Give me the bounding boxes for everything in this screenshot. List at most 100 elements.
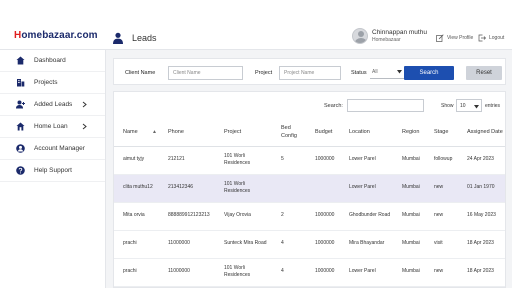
cell-stage: new: [425, 258, 458, 287]
status-label: Status: [351, 70, 367, 76]
view-profile-link[interactable]: View Profile: [436, 34, 473, 42]
logout-link[interactable]: Logout: [478, 34, 504, 42]
logout-label: Logout: [489, 35, 505, 41]
sort-asc-icon[interactable]: ▲: [152, 129, 157, 136]
chevron-right-icon[interactable]: [82, 123, 87, 130]
status-select[interactable]: All: [370, 66, 404, 79]
cell-bed-config: 2: [272, 202, 306, 231]
cell-stage: new: [425, 202, 458, 231]
cell-region: Mumbai: [393, 230, 425, 259]
cell-region: Mumbai: [393, 146, 425, 175]
cell-project: 101 Worli Residences: [215, 146, 272, 175]
column-label: Name: [123, 129, 138, 136]
user-circle-icon: [16, 144, 25, 153]
cell-phone: 11000000: [159, 258, 215, 287]
cell-assigned-date: 18 Apr 2023: [458, 258, 505, 287]
user-name: Chinnappan muthu: [372, 29, 427, 36]
client-name-input[interactable]: [168, 66, 243, 80]
cell-location: Lower Parel: [340, 258, 393, 287]
cell-name: aimut tyjy: [114, 146, 159, 175]
sidebar-item-label: Help Support: [34, 167, 72, 174]
sidebar-item-label: Added Leads: [34, 101, 73, 108]
logout-icon: [478, 34, 486, 42]
cell-name: prachi: [114, 258, 159, 287]
homebazaar-logo[interactable]: Homebazaar.com: [14, 30, 98, 41]
column-header-assigned-date[interactable]: Assigned Date: [458, 120, 505, 147]
cell-phone: 212121: [159, 146, 215, 175]
column-header-bed-config[interactable]: Bed Config: [272, 120, 306, 147]
entries-label: entries: [485, 103, 501, 109]
building-icon: [16, 78, 25, 87]
table-row[interactable]: prachi 11000000 Sunteck Mira Road 4 1000…: [114, 230, 505, 259]
home-loan-icon: [16, 122, 25, 131]
table-row[interactable]: prachi 11000000 101 Worli Residences 4 1…: [114, 258, 505, 287]
cell-region: Mumbai: [393, 202, 425, 231]
cell-phone: 11000000: [159, 230, 215, 259]
show-label: Show: [441, 103, 454, 109]
reset-button[interactable]: Reset: [466, 66, 502, 80]
avatar[interactable]: [352, 28, 368, 44]
home-icon: [16, 56, 25, 65]
sidebar-item-projects[interactable]: Projects: [0, 72, 105, 94]
table-search-input[interactable]: [347, 99, 424, 112]
cell-location: Mira Bhayandar: [340, 230, 393, 259]
cell-bed-config: 5: [272, 146, 306, 175]
column-header-budget[interactable]: Budget: [306, 120, 340, 147]
cell-assigned-date: 18 Apr 2023: [458, 230, 505, 259]
column-header-name[interactable]: Name ▲: [114, 120, 159, 147]
sidebar-item-added-leads[interactable]: Added Leads: [0, 94, 105, 116]
page-header: Leads: [112, 27, 157, 49]
view-profile-label: View Profile: [447, 35, 474, 41]
entries-select[interactable]: 10: [456, 99, 482, 112]
caret-down-icon: [474, 105, 479, 109]
sidebar-item-help-support[interactable]: Help Support: [0, 160, 105, 182]
column-header-stage[interactable]: Stage: [425, 120, 458, 147]
cell-assigned-date: 24 Apr 2023: [458, 146, 505, 175]
top-bar: Homebazaar.com Leads Chinnappan muthu Ho…: [0, 0, 512, 50]
cell-location: Ghodbunder Road: [340, 202, 393, 231]
cell-name: prachi: [114, 230, 159, 259]
edit-icon: [436, 34, 444, 42]
cell-project: 101 Worli Residences: [215, 174, 272, 203]
column-header-phone[interactable]: Phone: [159, 120, 215, 147]
filter-bar: Client Name Project Status All Search Re…: [113, 58, 506, 85]
leads-table-panel: Search: Show 10 entries Name ▲ Phone Proj…: [113, 91, 506, 288]
sidebar-item-label: Account Manager: [34, 145, 85, 152]
table-row[interactable]: aimut tyjy 212121 101 Worli Residences 5…: [114, 146, 505, 175]
cell-assigned-date: 01 Jan 1970: [458, 174, 505, 203]
caret-down-icon: [397, 70, 402, 74]
leads-table: Name ▲ Phone Project Bed Config Budget Lo…: [114, 120, 505, 287]
user-profile[interactable]: Chinnappan muthu Homebazaar: [352, 28, 427, 44]
cell-region: Mumbai: [393, 174, 425, 203]
user-plus-icon: [16, 100, 25, 109]
table-controls: Search: Show 10 entries: [114, 99, 505, 113]
sidebar: Dashboard Projects Added Leads Home Loan…: [0, 50, 106, 288]
project-input[interactable]: [279, 66, 341, 80]
sidebar-item-home-loan[interactable]: Home Loan: [0, 116, 105, 138]
table-search-label: Search:: [324, 103, 343, 109]
column-header-location[interactable]: Location: [340, 120, 393, 147]
sidebar-item-account-manager[interactable]: Account Manager: [0, 138, 105, 160]
cell-budget: 1000000: [306, 258, 340, 287]
column-header-region[interactable]: Region: [393, 120, 425, 147]
cell-stage: followup: [425, 146, 458, 175]
status-value: All: [372, 69, 378, 75]
project-label: Project: [255, 70, 273, 76]
help-icon: [16, 166, 25, 175]
cell-budget: [306, 174, 340, 203]
table-row[interactable]: clita muthu12 213412346 101 Worli Reside…: [114, 174, 505, 203]
chevron-right-icon[interactable]: [82, 101, 87, 108]
cell-bed-config: [272, 174, 306, 203]
entries-value: 10: [460, 102, 466, 109]
logo-text: omebazaar.com: [21, 30, 98, 41]
cell-phone: 213412346: [159, 174, 215, 203]
search-button[interactable]: Search: [404, 66, 454, 80]
column-header-project[interactable]: Project: [215, 120, 272, 147]
table-row[interactable]: Mita orvia 888889912123213 Vijay Orovia …: [114, 202, 505, 231]
cell-bed-config: 4: [272, 258, 306, 287]
cell-location: Lower Parel: [340, 146, 393, 175]
sidebar-item-label: Home Loan: [34, 123, 68, 130]
sidebar-item-label: Projects: [34, 79, 58, 86]
cell-phone: 888889912123213: [159, 202, 215, 231]
sidebar-item-dashboard[interactable]: Dashboard: [0, 50, 105, 72]
